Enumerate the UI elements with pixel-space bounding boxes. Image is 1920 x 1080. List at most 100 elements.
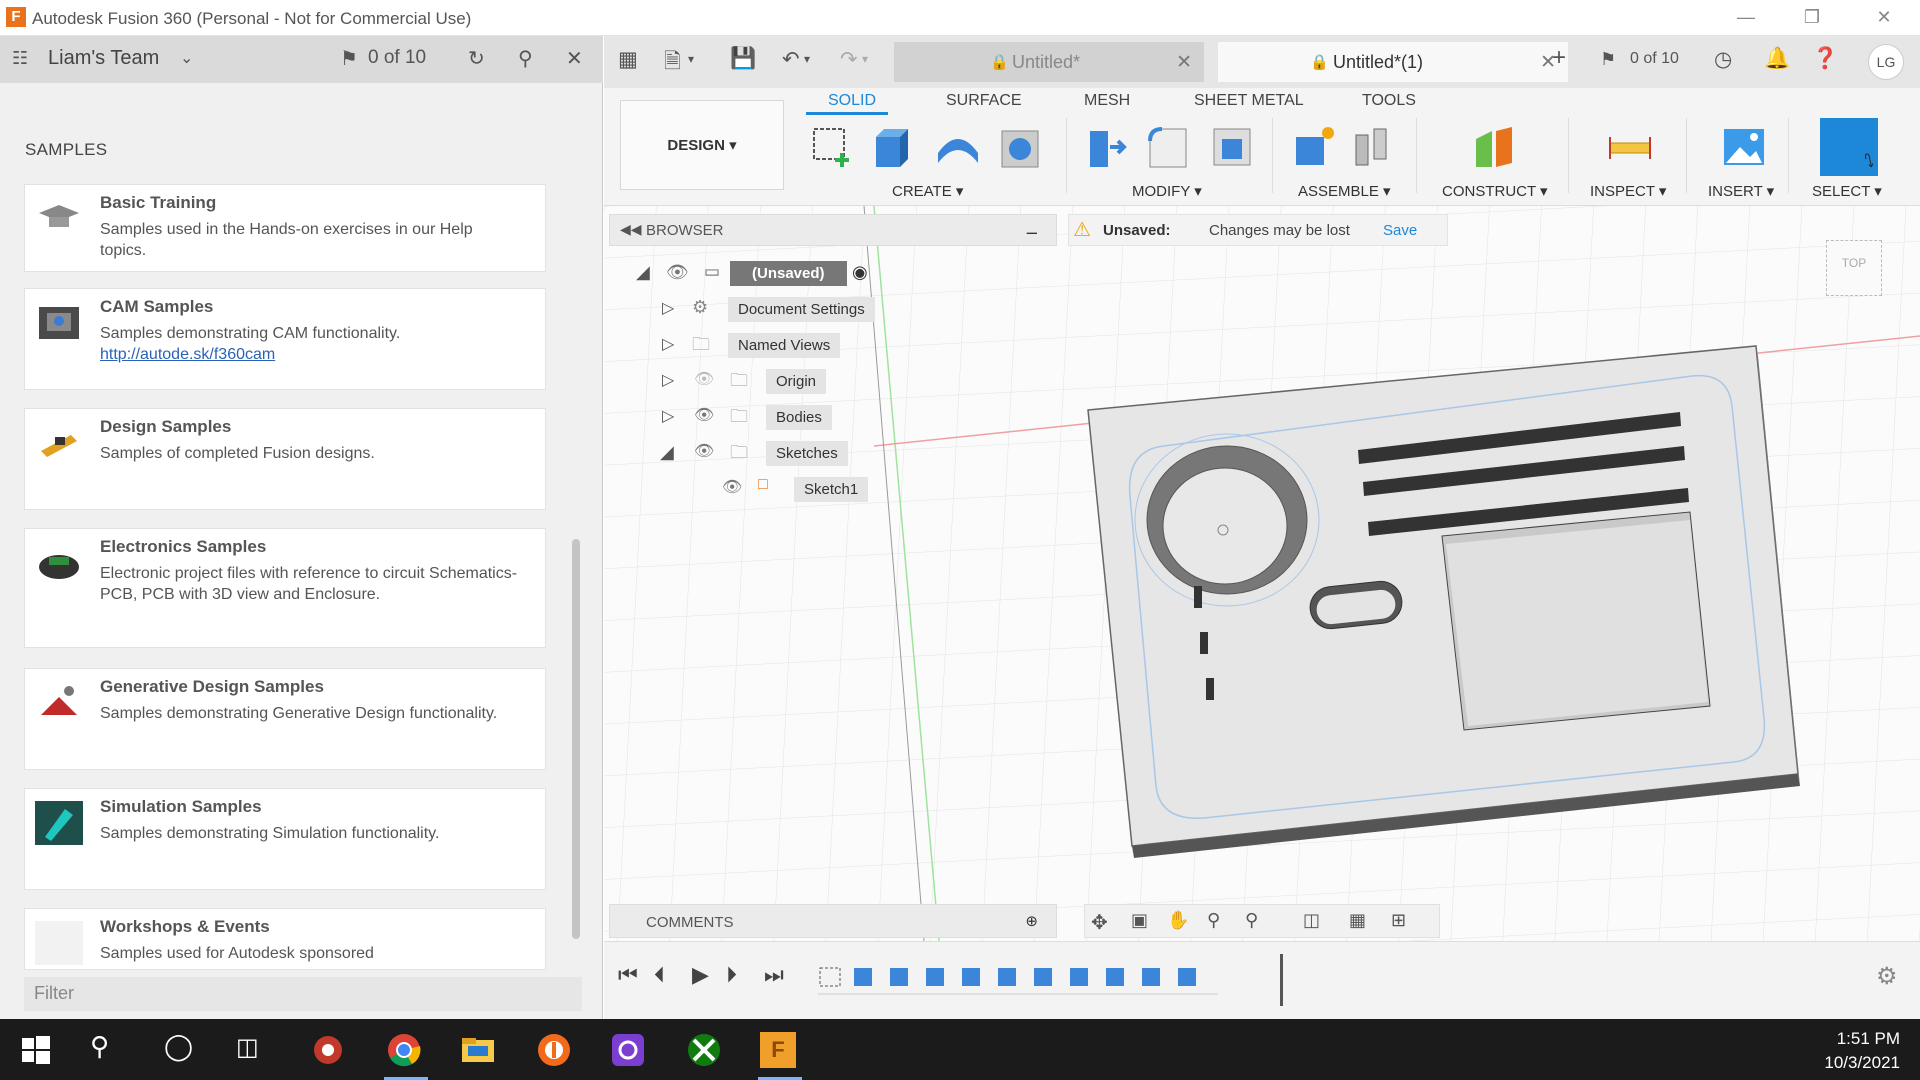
browser-panel-header[interactable]: ◀◀ BROWSER ⚊ xyxy=(609,214,1057,246)
refresh-icon[interactable]: ↻ xyxy=(468,46,485,71)
close-tab-icon[interactable]: ✕ xyxy=(1176,51,1192,74)
eye-icon[interactable]: 👁 xyxy=(694,405,714,425)
avatar[interactable]: LG xyxy=(1868,44,1904,80)
team-name[interactable]: Liam's Team xyxy=(48,47,159,70)
tree-item-sketches[interactable]: Sketches xyxy=(766,441,848,466)
tab-sheet-metal[interactable]: SHEET METAL xyxy=(1194,92,1304,110)
pan-icon[interactable]: ✋ xyxy=(1167,910,1189,931)
viewports-icon[interactable]: ⊞ xyxy=(1391,910,1406,931)
timeline-marker[interactable] xyxy=(1280,954,1283,1006)
tree-item-sketch1[interactable]: Sketch1 xyxy=(794,477,869,502)
save-link[interactable]: Save xyxy=(1383,222,1417,239)
plus-circle-icon[interactable]: ⊕ xyxy=(1025,912,1038,930)
expand-arrow-icon[interactable]: ▷ xyxy=(662,406,674,426)
extrude-icon[interactable] xyxy=(866,123,914,171)
tree-item-document-settings[interactable]: Document Settings xyxy=(728,297,875,322)
tab-mesh[interactable]: MESH xyxy=(1084,92,1130,110)
tree-item-named-views[interactable]: Named Views xyxy=(728,333,841,358)
gear-icon[interactable]: ⚙ xyxy=(1876,962,1898,991)
notifications-icon[interactable]: 🔔 xyxy=(1764,47,1790,71)
tree-item-origin[interactable]: Origin xyxy=(766,369,827,394)
close-window-button[interactable]: ✕ xyxy=(1864,4,1904,30)
sample-card-workshops[interactable]: Workshops & Events Samples used for Auto… xyxy=(24,908,546,970)
expand-arrow-icon[interactable]: ▷ xyxy=(662,298,674,318)
step-back-icon[interactable]: ⏴ xyxy=(654,962,665,988)
workspace-switcher[interactable]: DESIGN ▾ xyxy=(620,100,784,190)
group-modify[interactable]: MODIFY ▾ xyxy=(1132,182,1202,200)
task-view-icon[interactable]: ◫ xyxy=(236,1033,272,1069)
group-inspect[interactable]: INSPECT ▾ xyxy=(1590,182,1666,200)
hole-icon[interactable] xyxy=(996,123,1044,171)
samples-scrollbar[interactable] xyxy=(572,539,580,939)
step-forward-icon[interactable]: ⏵ xyxy=(726,962,737,988)
revolve-icon[interactable] xyxy=(934,123,982,171)
close-panel-icon[interactable]: ✕ xyxy=(566,46,583,71)
chevron-down-icon[interactable]: ▾ xyxy=(862,52,868,66)
joint-icon[interactable] xyxy=(1348,123,1396,171)
search-icon[interactable]: ⚲ xyxy=(518,46,533,71)
sample-card-basic-training[interactable]: Basic Training Samples used in the Hands… xyxy=(24,184,546,272)
eye-hidden-icon[interactable]: 👁 xyxy=(694,369,714,389)
tab-tools[interactable]: TOOLS xyxy=(1362,92,1416,110)
sample-card-simulation[interactable]: Simulation Samples Samples demonstrating… xyxy=(24,788,546,890)
press-pull-icon[interactable] xyxy=(1082,123,1130,171)
sample-card-electronics[interactable]: Electronics Samples Electronic project f… xyxy=(24,528,546,648)
minus-circle-icon[interactable]: ⚊ xyxy=(1025,221,1038,238)
orbit-icon[interactable]: ✥ xyxy=(1091,910,1108,935)
snip-icon[interactable] xyxy=(310,1032,346,1068)
cam-link[interactable]: http://autode.sk/f360cam xyxy=(100,344,520,365)
display-settings-icon[interactable]: ◫ xyxy=(1303,910,1320,931)
minimize-button[interactable]: — xyxy=(1726,4,1766,30)
grid-menu-icon[interactable]: ▦ xyxy=(618,47,638,72)
sample-card-design[interactable]: Design Samples Samples of completed Fusi… xyxy=(24,408,546,510)
group-assemble[interactable]: ASSEMBLE ▾ xyxy=(1298,182,1391,200)
jobs-icon[interactable]: ⚑ xyxy=(340,46,358,71)
shell-icon[interactable] xyxy=(1208,123,1256,171)
tab-untitled-1[interactable]: 🔒 Untitled*(1) ✕ xyxy=(1218,42,1568,82)
zoom-icon[interactable]: ⚲ xyxy=(1207,910,1220,931)
fit-icon[interactable]: ⚲ xyxy=(1245,910,1258,931)
tab-untitled[interactable]: 🔒 Untitled* ✕ xyxy=(894,42,1204,82)
group-construct[interactable]: CONSTRUCT ▾ xyxy=(1442,182,1548,200)
go-to-end-icon[interactable]: ⏭ xyxy=(764,962,784,988)
windows-start-icon[interactable] xyxy=(18,1032,54,1068)
expand-arrow-icon[interactable]: ▷ xyxy=(662,370,674,390)
chrome-icon[interactable] xyxy=(386,1032,422,1068)
file-menu-icon[interactable]: 🗎 xyxy=(664,47,681,82)
new-component-icon[interactable] xyxy=(1290,123,1338,171)
undo-icon[interactable]: ↶ xyxy=(782,47,800,72)
help-icon[interactable]: ❓ xyxy=(1812,47,1838,71)
select-icon[interactable]: ⭛ xyxy=(1820,118,1878,176)
tree-item-bodies[interactable]: Bodies xyxy=(766,405,832,430)
view-cube[interactable]: TOP xyxy=(1826,240,1882,296)
offset-plane-icon[interactable] xyxy=(1470,123,1518,171)
create-sketch-icon[interactable] xyxy=(808,123,856,171)
expand-arrow-icon[interactable]: ◢ xyxy=(660,442,674,463)
file-explorer-icon[interactable] xyxy=(460,1032,496,1068)
group-select[interactable]: SELECT ▾ xyxy=(1812,182,1882,200)
chevron-down-icon[interactable]: ▾ xyxy=(804,52,810,66)
fillet-icon[interactable] xyxy=(1144,123,1192,171)
new-tab-icon[interactable]: + xyxy=(1552,44,1566,72)
filter-input[interactable]: Filter xyxy=(24,977,582,1011)
brave-icon[interactable] xyxy=(536,1032,572,1068)
play-icon[interactable]: ▶ xyxy=(692,962,709,988)
plate-body[interactable] xyxy=(1087,345,1800,858)
eye-icon[interactable]: 👁 xyxy=(666,262,689,283)
save-icon[interactable]: 💾 xyxy=(730,47,756,71)
xbox-icon[interactable] xyxy=(686,1032,722,1068)
chevron-down-icon[interactable]: ⌄ xyxy=(180,48,193,68)
eye-icon[interactable]: 👁 xyxy=(694,441,714,461)
go-to-start-icon[interactable]: ⏮ xyxy=(618,962,638,988)
jobs-icon[interactable]: ⚑ xyxy=(1600,49,1616,70)
history-icon[interactable]: ◷ xyxy=(1714,47,1732,72)
insert-image-icon[interactable] xyxy=(1720,123,1768,171)
fusion-taskbar-icon[interactable]: F xyxy=(760,1032,796,1068)
search-icon[interactable]: ⚲ xyxy=(90,1031,126,1067)
eye-icon[interactable]: 👁 xyxy=(722,477,742,497)
redo-icon[interactable]: ↷ xyxy=(840,47,858,72)
assistant-icon[interactable] xyxy=(610,1032,646,1068)
look-at-icon[interactable]: ▣ xyxy=(1131,910,1148,931)
system-clock[interactable]: 1:51 PM 10/3/2021 xyxy=(1824,1027,1900,1075)
tab-solid[interactable]: SOLID xyxy=(828,92,876,110)
